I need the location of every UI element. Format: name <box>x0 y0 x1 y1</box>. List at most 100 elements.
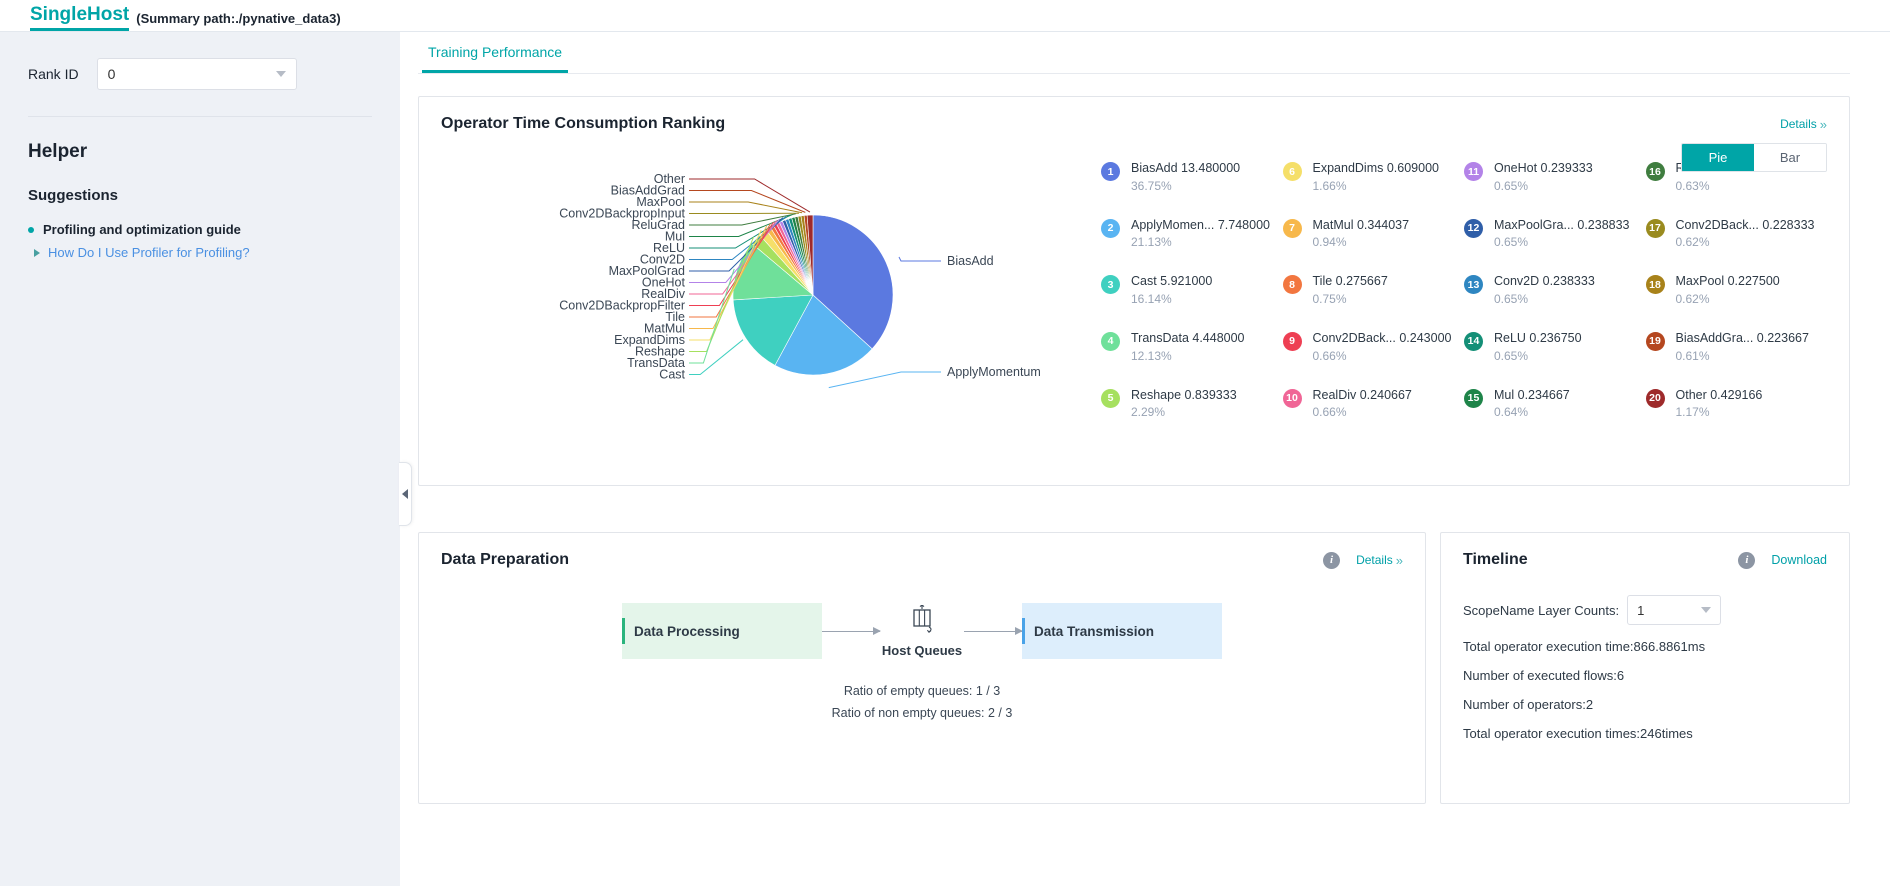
data-preparation-header: Data Preparation i Details » <box>419 533 1425 569</box>
legend-index-badge: 1 <box>1101 162 1120 181</box>
legend-item[interactable]: 5Reshape 0.8393332.29% <box>1101 388 1283 421</box>
rank-id-label: Rank ID <box>28 66 79 82</box>
scopename-layer-counts-label: ScopeName Layer Counts: <box>1463 603 1619 618</box>
pie-chart-svg: BiasAddApplyMomentumOtherBiasAddGradMaxP… <box>441 143 1101 463</box>
legend-item[interactable]: 13Conv2D 0.2383330.65% <box>1464 274 1646 307</box>
chevron-right-icon <box>34 249 40 257</box>
scopename-layer-counts-select[interactable]: 1 <box>1627 595 1721 625</box>
legend-item[interactable]: 3Cast 5.92100016.14% <box>1101 274 1283 307</box>
timeline-header-actions: i Download <box>1738 552 1827 569</box>
legend-text: Other 0.4291661.17% <box>1676 388 1763 421</box>
pie-callout-line <box>829 372 941 388</box>
legend-percent: 0.65% <box>1494 349 1582 364</box>
suggestion-link[interactable]: How Do I Use Profiler for Profiling? <box>28 245 372 260</box>
arrow-right-icon-2 <box>964 631 1022 632</box>
legend-text: RealDiv 0.2406670.66% <box>1313 388 1412 421</box>
info-icon[interactable]: i <box>1738 552 1755 569</box>
bullet-icon <box>28 227 34 233</box>
legend-item[interactable]: 4TransData 4.44800012.13% <box>1101 331 1283 364</box>
legend-column-1: 1BiasAdd 13.48000036.75% 2ApplyMomen... 7… <box>1101 161 1283 463</box>
pie-chart[interactable]: BiasAddApplyMomentumOtherBiasAddGradMaxP… <box>441 143 1101 463</box>
data-preparation-details-label: Details <box>1356 553 1393 567</box>
legend-name-value: Conv2DBack... 0.243000 <box>1313 331 1452 347</box>
legend-percent: 0.65% <box>1494 292 1595 307</box>
operator-details-link[interactable]: Details » <box>1780 117 1827 132</box>
legend-name-value: Tile 0.275667 <box>1313 274 1388 290</box>
legend-item[interactable]: 6ExpandDims 0.6090001.66% <box>1283 161 1465 194</box>
data-preparation-title: Data Preparation <box>441 551 569 569</box>
data-processing-node[interactable]: Data Processing <box>622 603 822 659</box>
data-transmission-node[interactable]: Data Transmission <box>1022 603 1222 659</box>
legend-name-value: RealDiv 0.240667 <box>1313 388 1412 404</box>
legend-item[interactable]: 2ApplyMomen... 7.74800021.13% <box>1101 218 1283 251</box>
legend-index-badge: 14 <box>1464 332 1483 351</box>
pie-callout-line <box>689 202 802 213</box>
legend-item[interactable]: 7 MatMul 0.3440370.94% <box>1283 218 1465 251</box>
legend-index-badge: 7 <box>1283 219 1302 238</box>
legend-item[interactable]: 14 ReLU 0.2367500.65% <box>1464 331 1646 364</box>
tab-training-performance[interactable]: Training Performance <box>422 32 568 73</box>
legend-name-value: ApplyMomen... 7.748000 <box>1131 218 1270 234</box>
legend-item[interactable]: 15Mul 0.2346670.64% <box>1464 388 1646 421</box>
legend-item[interactable]: 8Tile 0.2756670.75% <box>1283 274 1465 307</box>
legend-name-value: MatMul 0.344037 <box>1313 218 1410 234</box>
legend-item[interactable]: 18MaxPool 0.2275000.62% <box>1646 274 1828 307</box>
scopename-layer-counts-row: ScopeName Layer Counts: 1 <box>1463 595 1827 625</box>
legend-index-badge: 6 <box>1283 162 1302 181</box>
executed-flows-count: Number of executed flows:6 <box>1463 668 1827 683</box>
toggle-bar-button[interactable]: Bar <box>1754 144 1826 171</box>
legend-item[interactable]: 10RealDiv 0.2406670.66% <box>1283 388 1465 421</box>
arrow-right-icon-1 <box>822 631 880 632</box>
legend-percent: 12.13% <box>1131 349 1245 364</box>
double-chevron-right-icon: » <box>1396 553 1403 568</box>
legend-text: ReLU 0.2367500.65% <box>1494 331 1582 364</box>
legend-item[interactable]: 19BiasAddGra... 0.2236670.61% <box>1646 331 1828 364</box>
legend-item[interactable]: 1BiasAdd 13.48000036.75% <box>1101 161 1283 194</box>
info-icon[interactable]: i <box>1323 552 1340 569</box>
legend-percent: 0.65% <box>1494 235 1630 250</box>
legend-index-badge: 9 <box>1283 332 1302 351</box>
legend-item[interactable]: 11OneHot 0.2393330.65% <box>1464 161 1646 194</box>
bottom-row: Data Preparation i Details » Data Proces… <box>418 510 1850 804</box>
queue-ratios: Ratio of empty queues: 1 / 3 Ratio of no… <box>419 681 1425 725</box>
summary-path-label: (Summary path:./pynative_data3) <box>136 11 340 31</box>
legend-item[interactable]: 17Conv2DBack... 0.2283330.62% <box>1646 218 1828 251</box>
legend-percent: 2.29% <box>1131 405 1237 420</box>
legend-item[interactable]: 9Conv2DBack... 0.2430000.66% <box>1283 331 1465 364</box>
app-header: SingleHost (Summary path:./pynative_data… <box>0 0 1890 32</box>
legend-item[interactable]: 12MaxPoolGra... 0.2388330.65% <box>1464 218 1646 251</box>
legend-percent: 0.63% <box>1676 179 1785 194</box>
data-preparation-details-link[interactable]: Details » <box>1356 553 1403 568</box>
legend-text: Cast 5.92100016.14% <box>1131 274 1212 307</box>
legend-name-value: OneHot 0.239333 <box>1494 161 1593 177</box>
sidebar-collapse-handle[interactable] <box>399 462 412 526</box>
legend-percent: 1.17% <box>1676 405 1763 420</box>
timeline-download-link[interactable]: Download <box>1771 553 1827 567</box>
chevron-down-icon <box>1701 607 1711 613</box>
pie-legend: 1BiasAdd 13.48000036.75% 2ApplyMomen... 7… <box>1101 143 1827 463</box>
legend-index-badge: 5 <box>1101 389 1120 408</box>
legend-index-badge: 12 <box>1464 219 1483 238</box>
timeline-header: Timeline i Download <box>1441 533 1849 569</box>
rank-id-select[interactable]: 0 <box>97 58 297 90</box>
toggle-pie-button[interactable]: Pie <box>1682 144 1754 171</box>
host-queues-node[interactable]: Host Queues <box>880 605 964 658</box>
host-queues-label: Host Queues <box>882 643 962 658</box>
legend-percent: 0.75% <box>1313 292 1388 307</box>
legend-percent: 21.13% <box>1131 235 1270 250</box>
legend-text: Tile 0.275667 0.75% <box>1313 274 1388 307</box>
legend-item[interactable]: 20Other 0.4291661.17% <box>1646 388 1828 421</box>
legend-text: OneHot 0.2393330.65% <box>1494 161 1593 194</box>
sidebar-divider <box>28 116 372 117</box>
data-preparation-header-actions: i Details » <box>1323 552 1403 569</box>
legend-percent: 36.75% <box>1131 179 1240 194</box>
left-sidebar: Rank ID 0 Helper Suggestions Profiling a… <box>0 32 400 886</box>
legend-text: MaxPool 0.2275000.62% <box>1676 274 1780 307</box>
legend-percent: 0.94% <box>1313 235 1410 250</box>
total-execution-time: Total operator execution time:866.8861ms <box>1463 639 1827 654</box>
legend-text: Mul 0.2346670.64% <box>1494 388 1570 421</box>
legend-name-value: ExpandDims 0.609000 <box>1313 161 1439 177</box>
legend-name-value: MaxPool 0.227500 <box>1676 274 1780 290</box>
legend-text: Conv2D 0.2383330.65% <box>1494 274 1595 307</box>
pie-callout-line <box>689 269 734 363</box>
